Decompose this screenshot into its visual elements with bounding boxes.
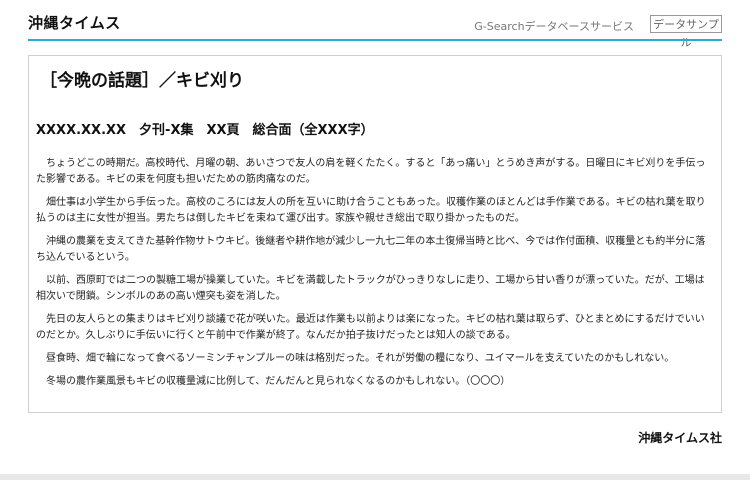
bottom-band	[0, 474, 750, 480]
publisher-name: 沖縄タイムス社	[638, 431, 722, 445]
article-meta: XXXX.XX.XX 夕刊-X集 XX頁 総合面（全XXX字）	[36, 123, 374, 138]
article-paragraph: 沖縄の農業を支えてきた基幹作物サトウキビ。後継者や耕作地が減少し一九七二年の本土…	[36, 236, 706, 263]
brand-title: 沖縄タイムス	[28, 14, 121, 32]
article-paragraph: 以前、西原町では二つの製糖工場が操業していた。キビを満載したトラックがひっきりな…	[36, 275, 705, 302]
sample-badge: データサンプル	[650, 15, 722, 49]
article-paragraph: 冬場の農作業風景もキビの収穫量減に比例して、だんだんと見られなくなるのかもしれな…	[46, 376, 511, 387]
article-paragraph: 畑仕事は小学生から手伝った。高校のころには友人の所を互いに助け合うこともあった。…	[36, 197, 706, 224]
service-name: G-Searchデータベースサービス	[474, 20, 634, 33]
article-headline: ［今晩の話題］／キビ刈り	[40, 71, 244, 91]
header: 沖縄タイムス G-Searchデータベースサービス データサンプル	[28, 10, 722, 49]
article-paragraph: 先日の友人らとの集まりはキビ刈り談議で花が咲いた。最近は作業も以前よりは楽になっ…	[36, 314, 705, 341]
article-body: ちょうどこの時期だ。高校時代、月曜の朝、あいさつで友人の肩を軽くたたく。すると「…	[36, 156, 713, 397]
article-paragraph: 昼食時、畑で輪になって食べるソーミンチャンプルーの味は格別だった。それが労働の糧…	[46, 353, 675, 364]
article-paragraph: ちょうどこの時期だ。高校時代、月曜の朝、あいさつで友人の肩を軽くたたく。すると「…	[36, 158, 706, 185]
page: 沖縄タイムス G-Searchデータベースサービス データサンプル ［今晩の話題…	[0, 0, 750, 480]
article-panel: ［今晩の話題］／キビ刈り XXXX.XX.XX 夕刊-X集 XX頁 総合面（全X…	[28, 55, 722, 413]
header-divider	[28, 39, 722, 41]
